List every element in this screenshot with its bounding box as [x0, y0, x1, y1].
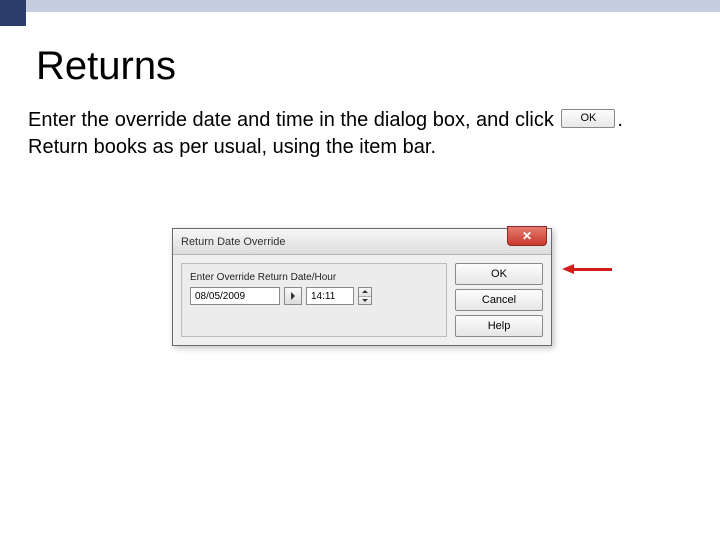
arrow-line [574, 268, 612, 271]
time-input[interactable]: 14:11 [306, 287, 354, 305]
dialog-titlebar: Return Date Override ✕ [173, 229, 551, 255]
callout-arrow [562, 264, 612, 274]
instruction-text: Enter the override date and time in the … [28, 107, 688, 161]
field-row: 14:11 [190, 287, 438, 305]
close-button[interactable]: ✕ [507, 226, 547, 246]
date-input[interactable] [190, 287, 280, 305]
time-spinner[interactable] [358, 287, 372, 305]
calendar-picker-button[interactable] [284, 287, 302, 305]
button-panel: OK Cancel Help [455, 263, 543, 337]
page-title: Returns [36, 44, 720, 89]
dialog-screenshot: Return Date Override ✕ Enter Override Re… [172, 228, 552, 346]
band-dark-square [0, 0, 26, 26]
band-light-bar [26, 0, 720, 12]
decorative-band [0, 0, 720, 36]
spinner-up-button[interactable] [359, 288, 371, 297]
dialog-body: Enter Override Return Date/Hour 14:11 [173, 255, 551, 345]
dialog-title: Return Date Override [181, 236, 286, 248]
chevron-up-icon [362, 290, 368, 293]
inline-ok-button-graphic: OK [561, 109, 615, 128]
field-label: Enter Override Return Date/Hour [190, 272, 438, 283]
chevron-down-icon [362, 299, 368, 302]
time-value: 14:11 [311, 291, 335, 302]
spinner-down-button[interactable] [359, 297, 371, 305]
input-panel: Enter Override Return Date/Hour 14:11 [181, 263, 447, 337]
arrow-left-icon [562, 264, 574, 274]
close-icon: ✕ [522, 230, 532, 242]
instruction-part1: Enter the override date and time in the … [28, 109, 554, 131]
ok-button[interactable]: OK [455, 263, 543, 285]
help-button[interactable]: Help [455, 315, 543, 337]
return-date-override-dialog: Return Date Override ✕ Enter Override Re… [172, 228, 552, 346]
chevron-right-icon [291, 292, 295, 300]
cancel-button[interactable]: Cancel [455, 289, 543, 311]
